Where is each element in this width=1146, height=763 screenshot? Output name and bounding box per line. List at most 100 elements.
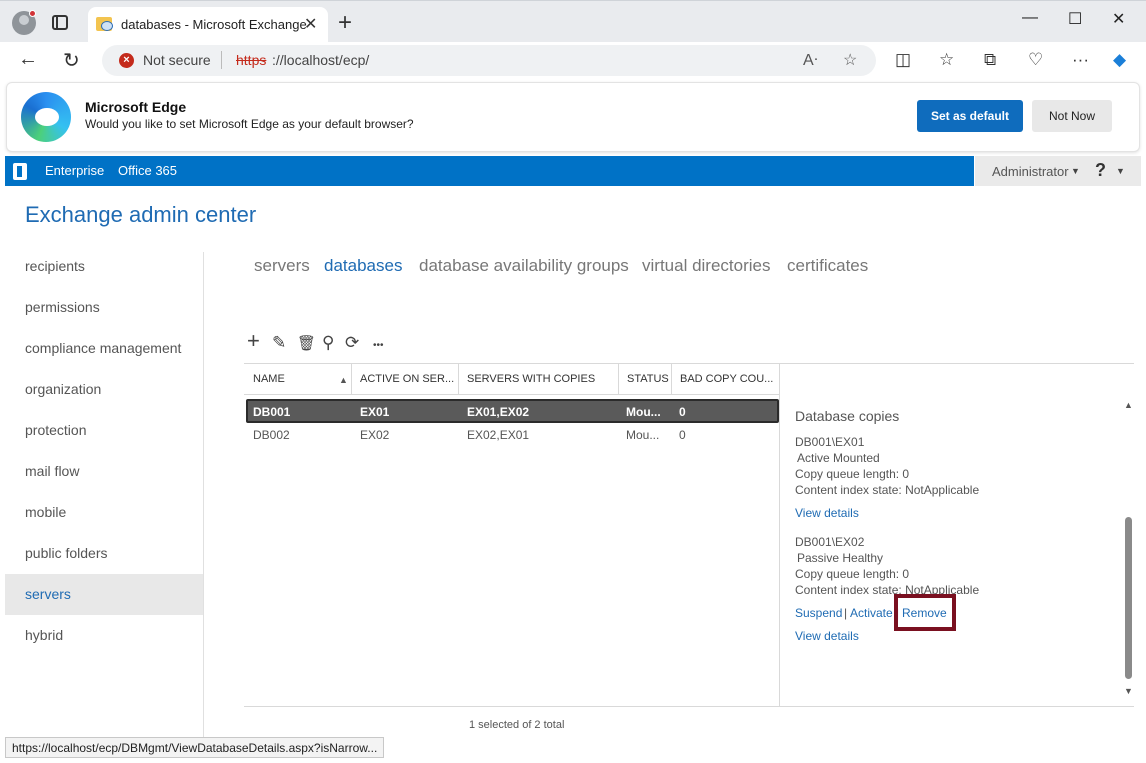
grid-bottom-border — [244, 706, 1134, 707]
tab-servers[interactable]: servers — [254, 256, 310, 276]
default-browser-banner: Microsoft Edge Would you like to set Mic… — [6, 82, 1140, 152]
column-header-servers-with-copies[interactable]: SERVERS WITH COPIES — [458, 364, 618, 394]
nav-divider — [203, 252, 204, 738]
column-header-bad-copy-count[interactable]: BAD COPY COU... — [671, 364, 779, 394]
details-scrollbar[interactable]: ▲ ▼ — [1122, 396, 1136, 702]
url-scheme: https — [236, 52, 267, 68]
favorites-icon[interactable]: ☆ — [939, 50, 954, 70]
maximize-button[interactable]: ☐ — [1068, 9, 1082, 29]
cell-bad-copy: 0 — [679, 428, 686, 442]
link-separator: | — [844, 606, 848, 620]
back-arrow-icon[interactable]: ← — [18, 48, 38, 71]
office365-link[interactable]: Office 365 — [118, 163, 177, 178]
tab-actions-icon[interactable] — [52, 15, 68, 30]
column-header-name[interactable]: NAME — [244, 364, 352, 394]
url-divider — [221, 51, 222, 69]
delete-icon[interactable]: 🗑 — [297, 334, 316, 352]
content-index-state: Content index state: NotApplicable — [795, 483, 980, 497]
tab-close-icon[interactable]: ✕ — [304, 14, 317, 34]
column-header-status[interactable]: STATUS — [618, 364, 671, 394]
help-icon[interactable]: ? — [1095, 160, 1106, 181]
table-row[interactable]: DB001 EX01 EX01,EX02 Mou... 0 — [246, 399, 779, 423]
nav-item-compliance-management[interactable]: compliance management — [5, 328, 203, 369]
activate-link[interactable]: Activate — [850, 606, 893, 620]
not-now-button[interactable]: Not Now — [1032, 100, 1112, 132]
tab-title: databases - Microsoft Exchange — [121, 17, 307, 32]
browser-titlebar: databases - Microsoft Exchange ✕ + — ☐ ✕ — [0, 0, 1146, 44]
close-window-button[interactable]: ✕ — [1112, 9, 1125, 29]
reload-icon[interactable]: ↻ — [63, 48, 80, 73]
split-screen-icon[interactable]: ◫ — [895, 50, 911, 70]
copilot-icon[interactable]: ◆ — [1113, 50, 1126, 70]
office-logo-icon[interactable] — [13, 163, 27, 180]
column-header-active-on-server[interactable]: ACTIVE ON SER... — [351, 364, 458, 394]
address-bar[interactable]: × Not secure https ://localhost/ecp/ A͏ᐧ… — [102, 45, 876, 76]
suspend-link[interactable]: Suspend — [795, 606, 842, 620]
set-as-default-button[interactable]: Set as default — [917, 100, 1023, 132]
banner-message: Would you like to set Microsoft Edge as … — [85, 117, 414, 131]
user-menu[interactable]: Administrator ▼ ? ▼ — [975, 156, 1141, 186]
chevron-down-icon[interactable]: ▼ — [1071, 166, 1080, 176]
tab-virtual-directories[interactable]: virtual directories — [642, 256, 771, 276]
more-icon[interactable]: ••• — [373, 340, 384, 351]
view-details-link[interactable]: View details — [795, 506, 859, 520]
add-icon[interactable]: + — [247, 328, 260, 354]
new-tab-button[interactable]: + — [338, 9, 352, 37]
selection-count: 1 selected of 2 total — [469, 719, 565, 731]
url-text: ://localhost/ecp/ — [272, 52, 370, 68]
profile-notification-dot — [29, 10, 36, 17]
scrollbar-thumb[interactable] — [1125, 517, 1132, 679]
browser-essentials-icon[interactable]: ♡ — [1028, 50, 1043, 70]
collections-icon[interactable]: ⧉ — [984, 50, 996, 70]
cell-servers: EX01,EX02 — [467, 405, 530, 419]
nav-item-mobile[interactable]: mobile — [5, 492, 203, 533]
remove-highlight-box — [894, 594, 956, 631]
grid-header-border — [244, 394, 779, 395]
copy-queue-length: Copy queue length: 0 — [795, 467, 910, 481]
scroll-down-icon[interactable]: ▼ — [1124, 686, 1133, 696]
nav-item-permissions[interactable]: permissions — [5, 287, 203, 328]
exchange-favicon-icon — [96, 17, 113, 31]
tab-certificates[interactable]: certificates — [787, 256, 868, 276]
edit-icon[interactable]: ✎ — [272, 333, 286, 353]
cell-status: Mou... — [626, 405, 661, 419]
sort-ascending-icon[interactable]: ▲ — [339, 375, 348, 385]
settings-more-icon[interactable]: ··· — [1072, 50, 1089, 70]
user-name[interactable]: Administrator — [992, 164, 1069, 179]
minimize-button[interactable]: — — [1022, 9, 1038, 27]
copy-queue-length: Copy queue length: 0 — [795, 567, 910, 581]
enterprise-link[interactable]: Enterprise — [45, 163, 104, 178]
copy-name: DB001\EX01 — [795, 435, 865, 449]
scroll-up-icon[interactable]: ▲ — [1124, 400, 1133, 410]
browser-status-url: https://localhost/ecp/DBMgmt/ViewDatabas… — [5, 737, 385, 758]
read-aloud-icon[interactable]: A͏ᐧ — [803, 50, 818, 70]
view-details-link[interactable]: View details — [795, 629, 859, 643]
nav-item-recipients[interactable]: recipients — [5, 246, 203, 287]
nav-item-hybrid[interactable]: hybrid — [5, 615, 203, 656]
copy-state: Passive Healthy — [797, 551, 884, 565]
edge-logo-icon — [21, 92, 71, 142]
favorite-star-icon[interactable]: ☆ — [843, 50, 857, 70]
security-label[interactable]: Not secure — [143, 52, 211, 68]
search-icon[interactable]: ⚲ — [322, 333, 334, 353]
cell-bad-copy: 0 — [679, 405, 686, 419]
nav-item-public-folders[interactable]: public folders — [5, 533, 203, 574]
page-title: Exchange admin center — [25, 202, 257, 227]
tab-database-availability-groups[interactable]: database availability groups — [419, 256, 629, 276]
chevron-down-icon[interactable]: ▼ — [1116, 166, 1125, 176]
not-secure-icon: × — [119, 53, 134, 68]
banner-title: Microsoft Edge — [85, 99, 187, 115]
ecp-top-bar: Enterprise Office 365 — [5, 156, 974, 186]
browser-tab[interactable]: databases - Microsoft Exchange ✕ — [88, 7, 328, 44]
tab-databases[interactable]: databases — [324, 256, 402, 276]
browser-toolbar: ← ↻ × Not secure https ://localhost/ecp/… — [0, 42, 1146, 80]
nav-item-servers[interactable]: servers — [5, 574, 203, 615]
nav-item-organization[interactable]: organization — [5, 369, 203, 410]
refresh-icon[interactable]: ⟳ — [345, 333, 359, 353]
cell-active-on: EX02 — [360, 428, 390, 442]
cell-active-on: EX01 — [360, 405, 390, 419]
cell-status: Mou... — [626, 428, 660, 442]
nav-item-mail-flow[interactable]: mail flow — [5, 451, 203, 492]
details-title: Database copies — [795, 408, 900, 424]
nav-item-protection[interactable]: protection — [5, 410, 203, 451]
